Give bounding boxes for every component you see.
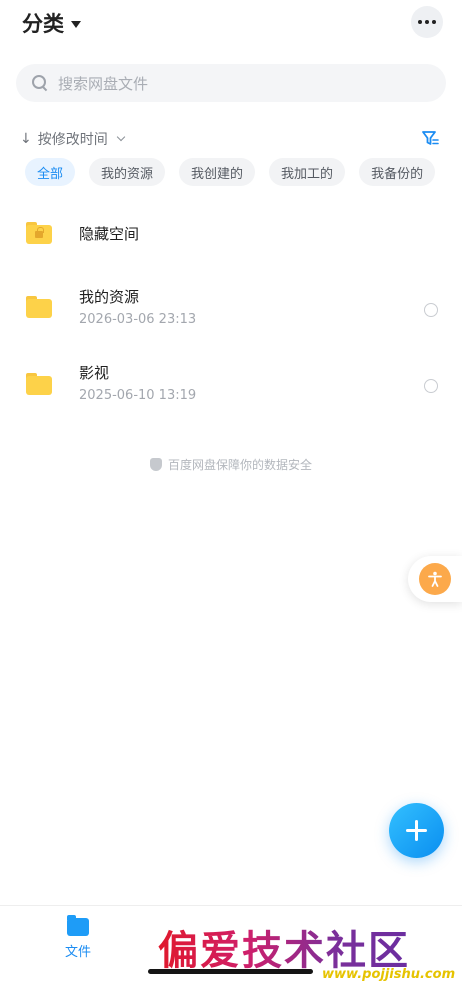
locked-folder-icon: [26, 222, 52, 244]
add-button[interactable]: [389, 803, 444, 858]
home-indicator[interactable]: [148, 969, 313, 974]
chip-backed-up[interactable]: 我备份的: [359, 158, 436, 186]
filter-chips: 全部 我的资源 我创建的 我加工的 我备份的: [25, 158, 436, 186]
category-switcher[interactable]: 分类: [22, 8, 81, 38]
accessibility-float-button[interactable]: [408, 556, 462, 602]
search-icon: [32, 75, 48, 91]
select-radio[interactable]: [424, 303, 438, 317]
watermark-url: www.pojjishu.com: [322, 967, 456, 982]
top-bar: 分类: [0, 0, 462, 48]
file-name: 我的资源: [79, 288, 140, 306]
file-name: 影视: [79, 364, 110, 382]
filter-icon[interactable]: [420, 128, 440, 148]
caret-down-icon: [71, 20, 81, 28]
sort-label: 按修改时间: [37, 132, 108, 148]
chip-created[interactable]: 我创建的: [179, 158, 256, 186]
chip-my-resources[interactable]: 我的资源: [89, 158, 166, 186]
file-modified-time: 2025-06-10 13:19: [79, 388, 197, 403]
search-placeholder: 搜索网盘文件: [58, 74, 149, 93]
search-bar[interactable]: 搜索网盘文件: [16, 64, 446, 102]
chip-all[interactable]: 全部: [25, 158, 76, 186]
more-button[interactable]: [411, 6, 443, 38]
folder-icon: [67, 915, 89, 936]
list-item[interactable]: 我的资源 2026-03-06 23:13: [0, 280, 462, 340]
folder-icon: [26, 373, 52, 395]
watermark: 偏爱技术社区 www.pojjishu.com: [158, 918, 458, 988]
chevron-down-icon: [116, 132, 125, 142]
select-radio[interactable]: [424, 379, 438, 393]
chip-processed[interactable]: 我加工的: [269, 158, 346, 186]
accessibility-icon: [428, 571, 442, 587]
nav-tab-files[interactable]: 文件: [58, 915, 98, 960]
file-modified-time: 2026-03-06 23:13: [79, 312, 197, 327]
nav-tab-files-label: 文件: [64, 945, 91, 960]
safety-note: 百度网盘保障你的数据安全: [0, 456, 462, 473]
more-horizontal-icon: [418, 20, 422, 24]
file-name: 隐藏空间: [79, 225, 140, 243]
list-item[interactable]: 隐藏空间: [0, 205, 462, 261]
safety-note-text: 百度网盘保障你的数据安全: [167, 458, 312, 472]
page-title: 分类: [22, 12, 64, 36]
shield-icon: [149, 458, 162, 471]
list-item[interactable]: 影视 2025-06-10 13:19: [0, 356, 462, 416]
sort-arrow-icon: ↓: [20, 131, 32, 147]
folder-icon: [26, 296, 52, 318]
sort-selector[interactable]: ↓ 按修改时间: [20, 128, 125, 150]
